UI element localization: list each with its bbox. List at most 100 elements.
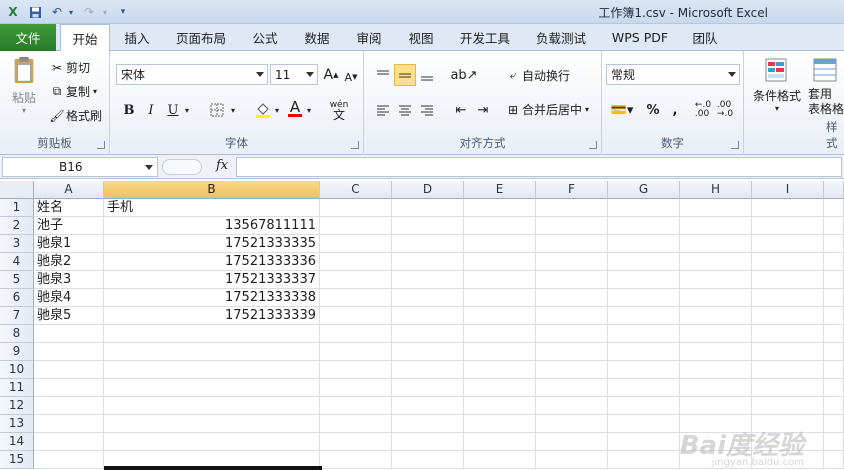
cell[interactable] [104, 397, 320, 415]
cell[interactable] [392, 343, 464, 361]
increase-decimal-button[interactable]: ←.0 .00 [692, 99, 714, 121]
cell[interactable] [824, 235, 844, 253]
cell[interactable] [464, 433, 536, 451]
cell[interactable] [392, 235, 464, 253]
cell[interactable] [464, 397, 536, 415]
cell[interactable] [608, 451, 680, 469]
column-header-g[interactable]: G [608, 181, 680, 199]
cell[interactable] [752, 361, 824, 379]
cell[interactable] [464, 361, 536, 379]
cell[interactable] [752, 289, 824, 307]
cell[interactable] [320, 307, 392, 325]
cell[interactable] [320, 289, 392, 307]
cell[interactable] [752, 235, 824, 253]
phonetic-button[interactable]: wén 文 [326, 99, 352, 121]
cell[interactable] [320, 379, 392, 397]
decrease-decimal-button[interactable]: .00 →.0 [714, 99, 736, 121]
cell[interactable] [464, 199, 536, 217]
cell[interactable] [608, 379, 680, 397]
row-header-4[interactable]: 4 [0, 253, 34, 271]
cell[interactable] [824, 397, 844, 415]
chevron-down-icon[interactable]: ▾ [96, 3, 114, 21]
cell[interactable] [320, 217, 392, 235]
cell[interactable] [752, 199, 824, 217]
tab-home[interactable]: 开始 [60, 24, 110, 52]
row-header-1[interactable]: 1 [0, 199, 34, 217]
dialog-launcher-icon[interactable] [351, 141, 359, 149]
cell[interactable] [320, 343, 392, 361]
font-name-select[interactable]: 宋体 [116, 64, 268, 85]
formula-bar-splitter[interactable] [162, 159, 202, 175]
cell[interactable] [608, 343, 680, 361]
paste-button[interactable]: 粘贴 ▾ [6, 55, 42, 115]
cell[interactable] [680, 379, 752, 397]
cell[interactable] [536, 253, 608, 271]
row-header-7[interactable]: 7 [0, 307, 34, 325]
row-header-6[interactable]: 6 [0, 289, 34, 307]
dialog-launcher-icon[interactable] [731, 141, 739, 149]
cell[interactable] [824, 217, 844, 235]
cell[interactable] [464, 415, 536, 433]
tab-team[interactable]: 团队 [684, 24, 726, 51]
chevron-down-icon[interactable] [145, 165, 153, 170]
chevron-down-icon[interactable]: ▾ [182, 99, 192, 121]
cell[interactable] [34, 415, 104, 433]
cell[interactable] [680, 253, 752, 271]
column-header-i[interactable]: I [752, 181, 824, 199]
cell[interactable] [392, 199, 464, 217]
cell[interactable] [752, 307, 824, 325]
cell[interactable] [752, 325, 824, 343]
name-box[interactable]: B16 [2, 157, 158, 177]
cell[interactable]: 17521333335 [104, 235, 320, 253]
cell[interactable] [608, 289, 680, 307]
bold-button[interactable]: B [118, 99, 140, 121]
cell[interactable] [464, 325, 536, 343]
format-painter-button[interactable]: 🖌 格式刷 [48, 107, 102, 124]
cell[interactable] [464, 271, 536, 289]
cell[interactable] [34, 325, 104, 343]
align-top-button[interactable] [372, 64, 394, 86]
cell[interactable] [824, 361, 844, 379]
cell[interactable] [392, 397, 464, 415]
cell[interactable] [392, 451, 464, 469]
cell[interactable]: 17521333339 [104, 307, 320, 325]
cell[interactable] [680, 397, 752, 415]
cell[interactable]: 驰泉5 [34, 307, 104, 325]
dialog-launcher-icon[interactable] [589, 141, 597, 149]
cell[interactable] [34, 343, 104, 361]
underline-button[interactable]: U [162, 99, 184, 121]
tab-formulas[interactable]: 公式 [244, 24, 286, 51]
row-header-15[interactable]: 15 [0, 451, 34, 469]
font-color-button[interactable]: A [284, 97, 306, 119]
cell[interactable] [536, 379, 608, 397]
comma-button[interactable]: , [664, 99, 686, 121]
tab-data[interactable]: 数据 [296, 24, 338, 51]
tab-page-layout[interactable]: 页面布局 [166, 24, 236, 51]
shrink-font-button[interactable]: A ▼ [340, 66, 362, 88]
percent-button[interactable]: % [642, 99, 664, 121]
row-header-5[interactable]: 5 [0, 271, 34, 289]
chevron-down-icon[interactable]: ▾ [304, 99, 314, 121]
cell[interactable] [680, 343, 752, 361]
tab-view[interactable]: 视图 [400, 24, 442, 51]
row-header-11[interactable]: 11 [0, 379, 34, 397]
cell[interactable] [104, 379, 320, 397]
formula-input[interactable] [236, 157, 842, 177]
cell[interactable] [752, 379, 824, 397]
fx-icon[interactable]: fx [216, 158, 228, 173]
cell[interactable] [824, 325, 844, 343]
tab-load-test[interactable]: 负载测试 [528, 24, 594, 51]
row-header-9[interactable]: 9 [0, 343, 34, 361]
cell[interactable] [608, 235, 680, 253]
cell[interactable]: 姓名 [34, 199, 104, 217]
column-header-f[interactable]: F [536, 181, 608, 199]
decrease-indent-button[interactable]: ⇤ [450, 99, 472, 121]
cell[interactable] [824, 343, 844, 361]
cell[interactable] [34, 451, 104, 469]
cell[interactable]: 池子 [34, 217, 104, 235]
align-bottom-button[interactable] [416, 64, 438, 86]
cell[interactable] [34, 397, 104, 415]
cell[interactable]: 手机 [104, 199, 320, 217]
align-right-button[interactable] [416, 99, 438, 121]
cell[interactable] [464, 307, 536, 325]
